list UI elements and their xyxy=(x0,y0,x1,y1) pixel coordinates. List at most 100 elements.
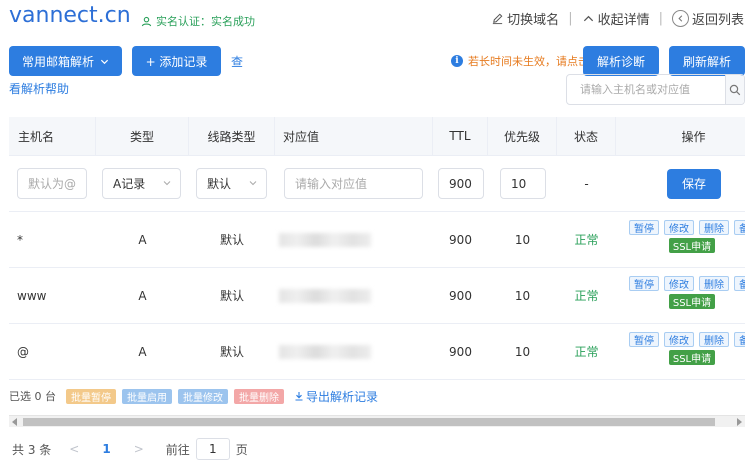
status-cell: 正常 xyxy=(574,233,599,247)
page-number-current[interactable]: 1 xyxy=(102,442,110,456)
scrollbar-thumb[interactable] xyxy=(23,418,715,426)
goto-label: 前往 xyxy=(165,442,190,457)
col-priority: 优先级 xyxy=(488,117,557,155)
value-cell xyxy=(279,324,429,379)
value-cell xyxy=(279,212,429,267)
batch-edit-button[interactable]: 批量修改 xyxy=(178,388,228,404)
scroll-right-arrow-icon[interactable] xyxy=(737,418,742,426)
chevron-down-icon xyxy=(249,181,257,186)
batch-pause-button[interactable]: 批量暂停 xyxy=(66,388,116,404)
search-icon xyxy=(729,84,741,95)
new-record-row: 默认为@ A记录 默认 请输入对应值 900 10 - 保存 xyxy=(9,156,745,212)
edit-button[interactable]: 修改 xyxy=(664,276,694,291)
record-type-select[interactable]: A记录 xyxy=(102,168,181,199)
host-cell: * xyxy=(17,232,23,247)
mail-resolve-dropdown[interactable]: 常用邮箱解析 xyxy=(9,46,122,76)
notice-label: 若长时间未生效，请点击: xyxy=(468,55,593,68)
download-icon xyxy=(295,392,303,401)
search-input[interactable] xyxy=(567,75,725,104)
selected-count: 已选 0 台 xyxy=(9,390,56,403)
delete-button[interactable]: 删除 xyxy=(699,220,729,235)
masked-value xyxy=(279,232,371,247)
batch-enable-button[interactable]: 批量启用 xyxy=(122,388,172,404)
chevron-down-icon xyxy=(100,59,109,64)
switch-domain-button[interactable]: 切换域名 xyxy=(491,9,559,28)
note-button[interactable]: 备注 xyxy=(734,220,745,235)
host-input[interactable]: 默认为@ xyxy=(17,168,87,199)
record-value-input[interactable]: 请输入对应值 xyxy=(284,168,423,199)
pause-button[interactable]: 暂停 xyxy=(629,220,659,235)
add-record-label: + 添加记录 xyxy=(145,54,208,69)
verify-status: 实名认证：实名成功 xyxy=(141,13,255,29)
delete-button[interactable]: 删除 xyxy=(699,276,729,291)
horizontal-scrollbar[interactable] xyxy=(9,415,745,427)
type-cell: A xyxy=(138,344,147,359)
row-actions: 暂停 修改 删除 备注 SSL申请 xyxy=(629,276,745,309)
status-cell: 正常 xyxy=(574,289,599,303)
note-button[interactable]: 备注 xyxy=(734,276,745,291)
notice-text: i 若长时间未生效，请点击: xyxy=(451,53,593,69)
ttl-cell: 900 xyxy=(449,344,472,359)
verify-text: 实名认证：实名成功 xyxy=(156,15,255,28)
type-cell: A xyxy=(138,232,147,247)
edit-icon xyxy=(493,13,503,25)
ssl-apply-button[interactable]: SSL申请 xyxy=(669,238,715,253)
type-cell: A xyxy=(138,288,147,303)
ssl-apply-button[interactable]: SSL申请 xyxy=(669,294,715,309)
pause-button[interactable]: 暂停 xyxy=(629,276,659,291)
masked-value xyxy=(279,344,371,359)
back-arrow-icon xyxy=(671,10,689,27)
add-record-button[interactable]: + 添加记录 xyxy=(132,46,221,76)
back-to-list-button[interactable]: 返回列表 xyxy=(671,9,744,28)
new-record-status: - xyxy=(584,176,589,191)
masked-value xyxy=(279,288,371,303)
export-records-label: 导出解析记录 xyxy=(306,389,379,404)
col-actions: 操作 xyxy=(681,129,706,144)
line-type-value: 默认 xyxy=(207,177,232,191)
priority-input[interactable]: 10 xyxy=(500,168,546,199)
refresh-button[interactable]: 刷新解析 xyxy=(669,46,745,76)
row-actions: 暂停 修改 删除 备注 SSL申请 xyxy=(629,332,745,365)
ttl-input[interactable]: 900 xyxy=(438,168,484,199)
search-box xyxy=(566,74,745,105)
search-button[interactable] xyxy=(725,75,744,104)
scroll-left-arrow-icon[interactable] xyxy=(12,418,17,426)
edit-button[interactable]: 修改 xyxy=(664,220,694,235)
priority-cell: 10 xyxy=(514,288,531,303)
col-status: 状态 xyxy=(557,117,616,155)
page-jump-input[interactable]: 1 xyxy=(195,438,230,460)
chevron-down-icon xyxy=(163,181,171,186)
next-page-button[interactable]: > xyxy=(134,442,144,456)
resolve-help-link-part2[interactable]: 看解析帮助 xyxy=(9,80,69,97)
pause-button[interactable]: 暂停 xyxy=(629,332,659,347)
col-value: 对应值 xyxy=(275,117,433,155)
header-actions: 切换域名 | 收起详情 | 返回列表 xyxy=(491,9,744,28)
table-row: www A 默认 900 10 正常 暂停 修改 删除 备注 SSL申请 xyxy=(9,268,745,324)
total-count: 共 3 条 xyxy=(12,442,52,457)
chevron-up-icon xyxy=(583,15,593,22)
row-actions: 暂停 修改 删除 备注 SSL申请 xyxy=(629,220,745,253)
ttl-cell: 900 xyxy=(449,232,472,247)
line-cell: 默认 xyxy=(219,289,244,303)
ssl-apply-button[interactable]: SSL申请 xyxy=(669,350,715,365)
note-button[interactable]: 备注 xyxy=(734,332,745,347)
edit-button[interactable]: 修改 xyxy=(664,332,694,347)
delete-button[interactable]: 删除 xyxy=(699,332,729,347)
export-records-link[interactable]: 导出解析记录 xyxy=(294,388,378,405)
line-type-select[interactable]: 默认 xyxy=(196,168,267,199)
host-cell: @ xyxy=(17,344,29,359)
line-cell: 默认 xyxy=(219,345,244,359)
batch-actions: 已选 0 台 批量暂停 批量启用 批量修改 批量删除 导出解析记录 xyxy=(9,385,378,407)
diagnose-button[interactable]: 解析诊断 xyxy=(583,46,659,76)
save-button[interactable]: 保存 xyxy=(667,168,721,199)
resolve-help-link-part1[interactable]: 查 xyxy=(231,53,243,70)
prev-page-button[interactable]: < xyxy=(69,442,79,456)
record-type-value: A记录 xyxy=(113,177,146,191)
batch-delete-button[interactable]: 批量删除 xyxy=(234,388,284,404)
col-host: 主机名 xyxy=(9,117,96,155)
pagination: 共 3 条 < 1 > 前往 1 页 xyxy=(12,438,248,460)
collapse-details-button[interactable]: 收起详情 xyxy=(582,9,650,28)
back-to-list-label: 返回列表 xyxy=(691,13,744,28)
domain-title: vannect.cn xyxy=(9,3,131,28)
col-type: 类型 xyxy=(96,117,189,155)
